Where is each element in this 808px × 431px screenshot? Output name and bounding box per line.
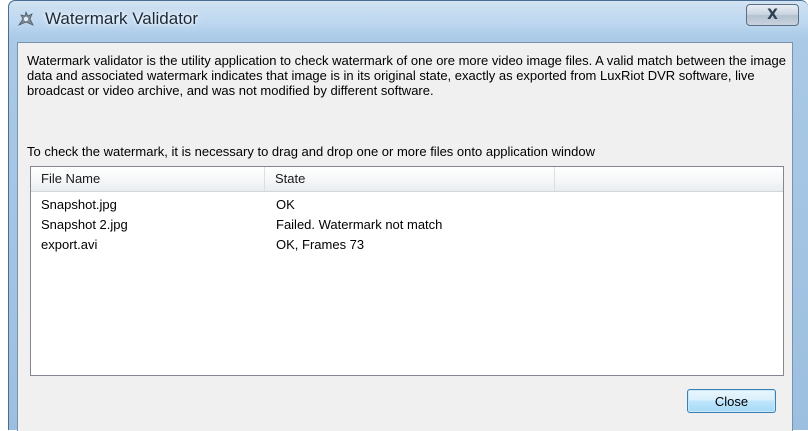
table-row[interactable]: Snapshot 2.jpg Failed. Watermark not mat… (31, 216, 783, 236)
table-row[interactable]: Snapshot.jpg OK (31, 196, 783, 216)
table-row[interactable]: export.avi OK, Frames 73 (31, 236, 783, 256)
window-close-button[interactable]: X (746, 4, 799, 26)
app-icon (17, 10, 34, 26)
window-frame: Watermark Validator X Watermark validato… (8, 0, 808, 431)
file-name-cell: Snapshot.jpg (41, 197, 117, 212)
file-name-cell: Snapshot 2.jpg (41, 217, 128, 232)
instruction-text: To check the watermark, it is necessary … (27, 144, 595, 159)
list-header: File Name State (31, 167, 783, 192)
column-header-file-name[interactable]: File Name (31, 167, 265, 191)
file-name-cell: export.avi (41, 237, 98, 252)
window-title: Watermark Validator (45, 9, 199, 28)
dialog-client-area: Watermark validator is the utility appli… (17, 42, 793, 431)
list-body: Snapshot.jpg OK Snapshot 2.jpg Failed. W… (31, 196, 783, 256)
results-list[interactable]: File Name State Snapshot.jpg OK Snapshot… (30, 166, 784, 376)
description-text: Watermark validator is the utility appli… (27, 53, 786, 98)
close-button[interactable]: Close (687, 389, 776, 413)
column-header-state[interactable]: State (265, 167, 555, 191)
close-icon: X (767, 7, 778, 23)
state-cell: OK (276, 197, 295, 212)
state-cell: Failed. Watermark not match (276, 217, 443, 232)
state-cell: OK, Frames 73 (276, 237, 365, 252)
